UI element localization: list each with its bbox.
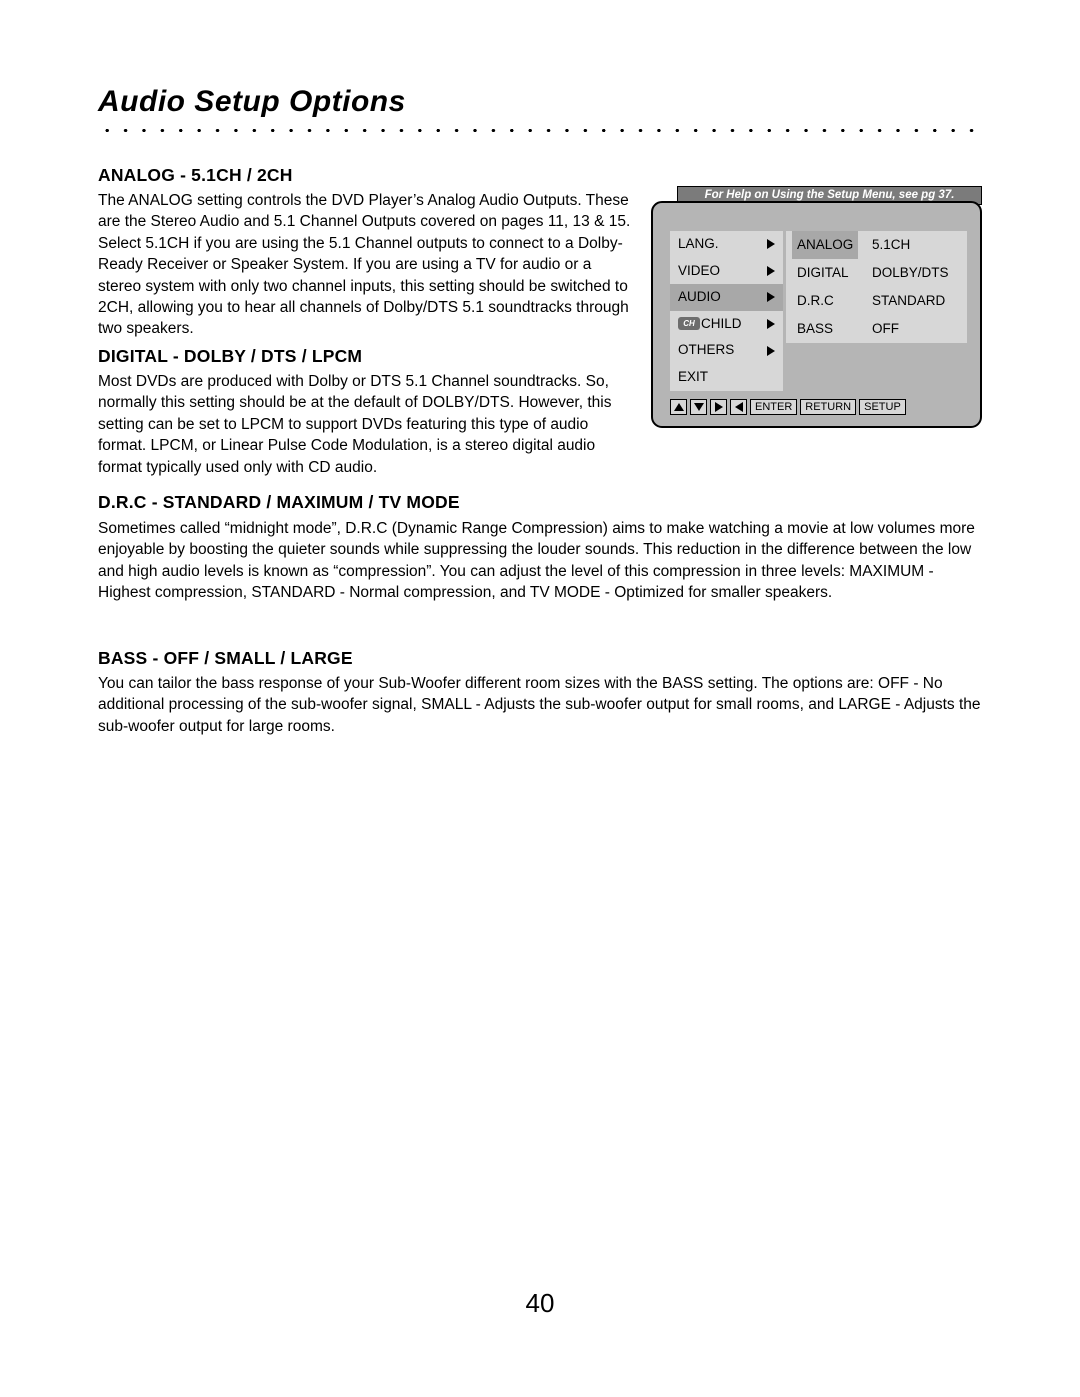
setup-key[interactable]: SETUP bbox=[859, 399, 906, 415]
section-body-drc: Sometimes called “midnight mode”, D.R.C … bbox=[98, 520, 975, 602]
arrow-left-key[interactable] bbox=[730, 399, 747, 415]
menu-item-video[interactable]: VIDEO bbox=[670, 258, 783, 285]
setting-label-analog: ANALOG bbox=[792, 231, 859, 259]
arrow-up-key[interactable] bbox=[670, 399, 687, 415]
setup-menu-illustration: For Help on Using the Setup Menu, see pg… bbox=[651, 186, 982, 428]
section-body-bass: You can tailor the bass response of your… bbox=[98, 675, 981, 735]
setting-value-digital: DOLBY/DTS bbox=[872, 265, 949, 280]
arrow-down-key[interactable] bbox=[690, 399, 707, 415]
page-title: Audio Setup Options bbox=[98, 85, 406, 118]
setting-row-analog[interactable]: ANALOG 5.1CH bbox=[786, 231, 967, 259]
enter-key[interactable]: ENTER bbox=[750, 399, 798, 415]
section-body-digital: Most DVDs are produced with Dolby or DTS… bbox=[98, 373, 612, 476]
menu-item-video-label: VIDEO bbox=[678, 262, 721, 278]
setting-label-bass: BASS bbox=[797, 321, 834, 336]
section-heading-digital: DIGITAL - DOLBY / DTS / LPCM bbox=[98, 346, 363, 366]
return-key[interactable]: RETURN bbox=[800, 399, 857, 415]
lock-icon: CH bbox=[678, 316, 700, 330]
menu-item-child[interactable]: CH CHILD bbox=[670, 311, 783, 338]
menu-item-lang[interactable]: LANG. bbox=[670, 231, 783, 258]
arrow-down-icon bbox=[693, 403, 704, 411]
setup-menu-left-column: LANG. VIDEO AUDIO CH CHILD OTHERS EXIT bbox=[670, 231, 783, 391]
page-number: 40 bbox=[525, 1288, 555, 1318]
manual-page: Audio Setup Options ANALOG - 5.1CH / 2CH… bbox=[0, 0, 1080, 1397]
section-heading-bass: BASS - OFF / SMALL / LARGE bbox=[98, 648, 353, 668]
setting-row-drc[interactable]: D.R.C STANDARD bbox=[786, 287, 967, 315]
setting-row-bass[interactable]: BASS OFF bbox=[786, 315, 967, 343]
chevron-right-icon bbox=[767, 265, 775, 276]
chevron-right-icon bbox=[767, 319, 775, 330]
chevron-right-icon bbox=[767, 345, 775, 356]
arrow-right-key[interactable] bbox=[710, 399, 727, 415]
setting-label-digital: DIGITAL bbox=[797, 265, 849, 280]
title-divider bbox=[98, 128, 982, 133]
chevron-right-icon bbox=[767, 239, 775, 250]
menu-item-audio[interactable]: AUDIO bbox=[670, 284, 783, 311]
setting-label-drc: D.R.C bbox=[797, 293, 834, 308]
menu-item-audio-label: AUDIO bbox=[678, 289, 721, 305]
menu-item-exit-label: EXIT bbox=[678, 368, 709, 384]
section-heading-drc: D.R.C - STANDARD / MAXIMUM / TV MODE bbox=[98, 492, 460, 512]
menu-item-child-label: CHILD bbox=[701, 315, 742, 331]
arrow-up-icon bbox=[673, 403, 684, 411]
menu-item-others-label: OTHERS bbox=[678, 342, 735, 358]
setting-value-bass: OFF bbox=[872, 321, 899, 336]
setup-menu-right-column: ANALOG 5.1CH DIGITAL DOLBY/DTS D.R.C STA… bbox=[786, 231, 967, 343]
arrow-right-icon bbox=[714, 402, 723, 412]
section-body-analog: The ANALOG setting controls the DVD Play… bbox=[98, 192, 631, 338]
menu-item-others[interactable]: OTHERS bbox=[670, 337, 783, 364]
arrow-left-icon bbox=[734, 402, 743, 412]
chevron-right-icon bbox=[767, 292, 775, 303]
setting-value-analog: 5.1CH bbox=[872, 237, 911, 252]
setting-value-drc: STANDARD bbox=[872, 293, 946, 308]
section-heading-analog: ANALOG - 5.1CH / 2CH bbox=[98, 165, 293, 185]
setting-row-digital[interactable]: DIGITAL DOLBY/DTS bbox=[786, 259, 967, 287]
remote-key-legend: ENTER RETURN SETUP bbox=[670, 397, 906, 417]
tv-screen-frame: LANG. VIDEO AUDIO CH CHILD OTHERS EXIT A… bbox=[651, 201, 982, 428]
menu-item-lang-label: LANG. bbox=[678, 236, 719, 251]
menu-item-exit[interactable]: EXIT bbox=[670, 364, 783, 391]
